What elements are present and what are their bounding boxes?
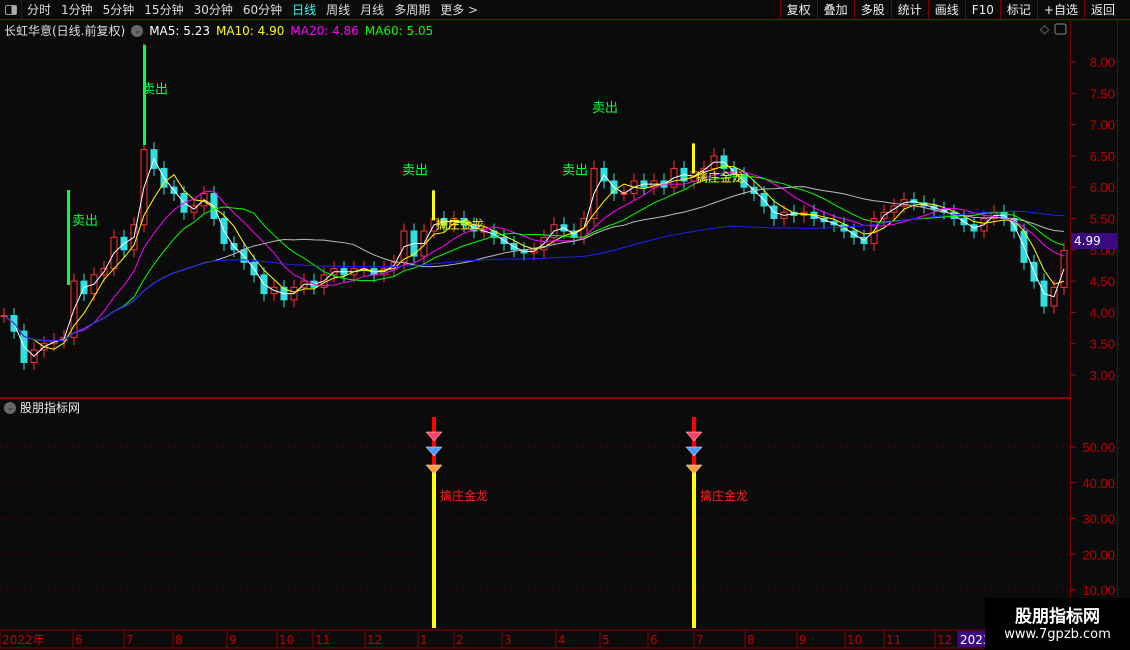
sell-signal-label: 卖出 [562, 164, 588, 179]
kline-chart[interactable]: 8.007.507.006.506.005.505.004.504.003.50… [0, 20, 1130, 650]
watermark: 股朋指标网 www.7gpzb.com [985, 598, 1130, 650]
date-label: 6 [75, 633, 83, 647]
date-label: 7 [126, 633, 134, 647]
date-label: 10 [847, 633, 862, 647]
date-label: 8 [747, 633, 755, 647]
diamond-icon [685, 464, 703, 475]
sell-signal-bar [67, 190, 70, 285]
signal-bar [692, 461, 696, 628]
toolbar-button[interactable]: 统计 [890, 0, 928, 20]
date-label: 6 [650, 633, 658, 647]
dragon-signal-bar [432, 190, 435, 221]
toolbar-button[interactable]: 标记 [999, 0, 1037, 20]
date-label: 9 [799, 633, 807, 647]
date-label: 12 [367, 633, 382, 647]
period-tab[interactable]: 更多 > [435, 1, 483, 18]
sell-signal-label: 卖出 [72, 214, 98, 229]
date-label: 2 [456, 633, 464, 647]
diamond-outline-icon: ◇ [1040, 22, 1050, 36]
diamond-icon [685, 431, 703, 442]
date-label: 4 [558, 633, 566, 647]
toolbar-button[interactable]: 叠加 [816, 0, 854, 20]
date-label: 7 [696, 633, 704, 647]
toolbar-button[interactable]: +自选 [1036, 0, 1084, 20]
dragon-signal-label: 擒庄金龙 [696, 170, 744, 185]
period-tab[interactable]: 15分钟 [139, 1, 188, 18]
layout-icon [4, 4, 17, 15]
chevron-down-icon[interactable]: ⌄ [4, 401, 16, 414]
dragon-signal-label: 擒庄金龙 [436, 217, 484, 232]
diamond-icon [425, 446, 443, 457]
ma-long-line [3, 186, 1065, 342]
diamond-icon [685, 446, 703, 457]
layout-toggle-button[interactable] [0, 0, 22, 20]
period-tab[interactable]: 多周期 [389, 1, 435, 18]
signal-label: 擒庄金龙 [440, 488, 488, 503]
signal-bar-top [692, 417, 696, 467]
layout-icon [1054, 23, 1067, 35]
period-tab[interactable]: 分时 [22, 1, 56, 18]
diamond-icon [425, 431, 443, 442]
toolbar-button[interactable]: 复权 [779, 0, 817, 20]
toolbar-button[interactable]: 画线 [927, 0, 965, 20]
date-label: 8 [175, 633, 183, 647]
last-price-tag: 4.99 [1071, 233, 1118, 249]
period-tab[interactable]: 60分钟 [238, 1, 287, 18]
toolbar-button[interactable]: 多股 [853, 0, 891, 20]
ma-longest-line [3, 210, 1065, 342]
date-label: 1 [420, 633, 428, 647]
signal-bar [432, 461, 436, 628]
period-tab[interactable]: 30分钟 [189, 1, 238, 18]
period-tab[interactable]: 1分钟 [56, 1, 98, 18]
date-label: 10 [279, 633, 294, 647]
period-tab[interactable]: 周线 [321, 1, 355, 18]
signal-bar-top [432, 417, 436, 467]
signal-label: 擒庄金龙 [700, 488, 748, 503]
side-panel [1118, 20, 1130, 630]
toolbar-button[interactable]: 返回 [1083, 0, 1121, 20]
date-label: 5 [602, 633, 610, 647]
sell-signal-label: 卖出 [592, 101, 618, 116]
price-axis [1070, 20, 1118, 630]
period-tab[interactable]: 日线 [287, 1, 321, 18]
date-label: 11 [886, 633, 901, 647]
date-label: 11 [315, 633, 330, 647]
indicator-name: 股朋指标网 [20, 401, 81, 415]
date-label: 3 [504, 633, 512, 647]
sell-signal-label: 卖出 [402, 164, 428, 179]
period-tab[interactable]: 月线 [355, 1, 389, 18]
toolbar-button[interactable]: F10 [964, 0, 1000, 20]
date-label: 9 [229, 633, 237, 647]
period-toolbar: 分时 1分钟 5分钟 15分钟 30分钟 60分钟 日线 周线 月线 多周期 更多 > 复权 叠加 多股… [0, 0, 1130, 20]
dragon-signal-bar [692, 143, 695, 174]
date-label: 2022年 [2, 633, 45, 647]
indicator-title: ⌄ 股朋指标网 [4, 399, 80, 416]
period-tab[interactable]: 5分钟 [98, 1, 140, 18]
diamond-icon [425, 464, 443, 475]
date-label: 12 [937, 633, 952, 647]
sell-signal-bar [143, 45, 146, 145]
